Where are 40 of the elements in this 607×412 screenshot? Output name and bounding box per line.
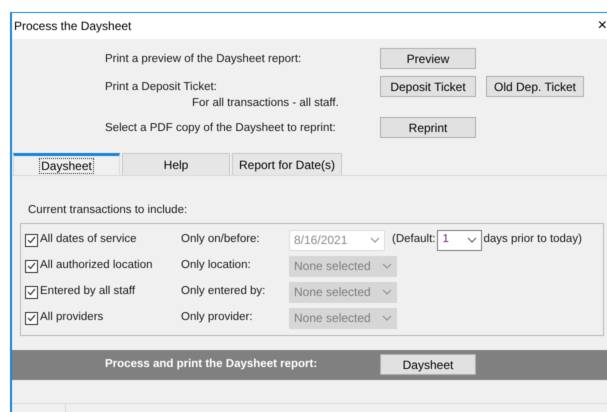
checkbox-label: All providers [40, 310, 104, 326]
process-label: Process and print the Daysheet report: [104, 356, 318, 372]
checkbox[interactable] [25, 260, 38, 272]
action-button[interactable]: Old Dep. Ticket [486, 76, 584, 97]
window-title: Process the Daysheet [14, 18, 132, 35]
chevron-down-icon [467, 237, 478, 243]
action-label: Print a preview of the Daysheet report: [105, 52, 302, 67]
checkbox-label: Entered by all staff [40, 284, 136, 300]
days-dropdown[interactable]: 1 [437, 230, 482, 250]
action-button[interactable]: Daysheet [380, 354, 476, 375]
tab[interactable]: Daysheet [13, 153, 120, 176]
filter-label: Only provider: [181, 310, 254, 326]
check-icon [27, 262, 36, 270]
action-button[interactable]: Deposit Ticket [380, 76, 476, 97]
tab[interactable]: Report for Date(s) [232, 153, 342, 176]
chevron-down-icon [382, 263, 392, 269]
days-suffix: days prior to today) [483, 232, 582, 248]
action-label: Select a PDF copy of the Daysheet to reprint: [105, 121, 337, 136]
checkbox-label: All dates of service [40, 232, 137, 248]
group-title: Current transactions to include: [28, 203, 188, 218]
filter-label: Only entered by: [181, 284, 266, 300]
chevron-down-icon [382, 315, 392, 321]
action-sublabel: For all transactions - all staff. [191, 96, 340, 110]
close-button[interactable]: × [598, 18, 607, 34]
action-label: Print a Deposit Ticket: [105, 80, 218, 95]
checkbox[interactable] [25, 286, 38, 298]
default-label: (Default: [392, 232, 436, 248]
checkbox-label: All authorized location [40, 258, 153, 274]
chevron-down-icon [370, 237, 380, 243]
filter-label: Only on/before: [181, 232, 261, 248]
action-button[interactable]: Reprint [380, 117, 476, 138]
chevron-down-icon [382, 289, 392, 295]
check-icon [27, 288, 36, 296]
checkbox[interactable] [25, 234, 38, 246]
check-icon [27, 236, 36, 244]
tab[interactable]: Help [122, 153, 230, 176]
action-button[interactable]: Preview [380, 48, 476, 69]
filter-label: Only location: [181, 258, 252, 274]
checkbox[interactable] [25, 312, 38, 324]
check-icon [27, 314, 36, 322]
